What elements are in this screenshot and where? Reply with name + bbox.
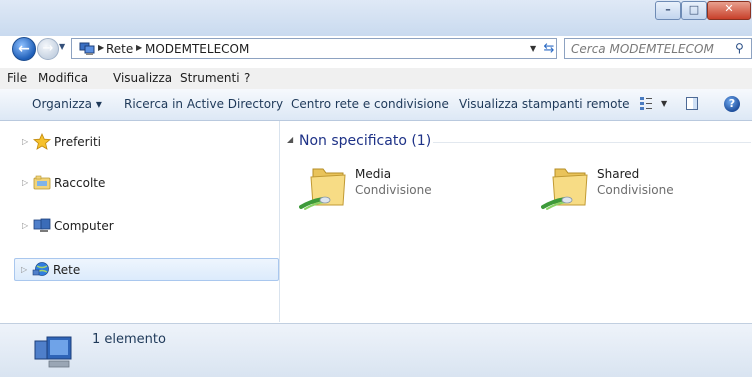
help-icon[interactable]: ?: [724, 96, 740, 112]
nav-item-label: Preferiti: [54, 135, 101, 149]
group-divider: [433, 142, 751, 143]
menu-bar: File Modifica Visualizza Strumenti ?: [0, 68, 752, 90]
nav-item-preferiti[interactable]: ▷ Preferiti: [16, 131, 278, 154]
breadcrumb-separator-icon: ▶: [98, 43, 105, 52]
expand-icon[interactable]: ▷: [21, 265, 27, 274]
share-item-media[interactable]: Media Condivisione: [299, 161, 499, 217]
preview-pane-icon[interactable]: [686, 97, 698, 110]
breadcrumb-separator-icon: ▶: [136, 43, 143, 52]
address-bar[interactable]: ▶ Rete ▶ MODEMTELECOM ▼: [71, 38, 557, 59]
remote-printers-button[interactable]: Visualizza stampanti remote: [459, 97, 630, 111]
share-name: Media: [355, 167, 392, 181]
navigation-pane: ▷ Preferiti ▷ Raccolte ▷ Computer ▷ Rete: [0, 121, 280, 322]
menu-modifica[interactable]: Modifica: [38, 71, 88, 85]
network-center-button[interactable]: Centro rete e condivisione: [291, 97, 449, 111]
share-name: Shared: [597, 167, 640, 181]
view-options-icon[interactable]: [640, 96, 652, 110]
star-icon: [33, 133, 51, 150]
nav-item-label: Rete: [53, 263, 81, 277]
expand-icon[interactable]: ▷: [22, 137, 28, 146]
search-icon[interactable]: ⚲: [735, 41, 744, 55]
nav-item-label: Computer: [54, 219, 114, 233]
group-title: Non specificato (1): [299, 133, 432, 149]
minimize-button[interactable]: –: [655, 1, 681, 20]
menu-strumenti[interactable]: Strumenti: [180, 71, 240, 85]
share-type: Condivisione: [597, 183, 674, 197]
command-bar: Organizza ▾ Ricerca in Active Directory …: [0, 89, 752, 121]
nav-item-label: Raccolte: [54, 176, 106, 190]
menu-file[interactable]: File: [7, 71, 27, 85]
history-dropdown-icon[interactable]: ▼: [59, 42, 65, 51]
minimize-icon: –: [665, 3, 671, 16]
breadcrumb-rete[interactable]: Rete: [106, 42, 133, 56]
organize-button[interactable]: Organizza ▾: [32, 97, 102, 111]
view-dropdown-icon[interactable]: ▼: [661, 99, 667, 108]
share-type: Condivisione: [355, 183, 432, 197]
share-item-shared[interactable]: Shared Condivisione: [541, 161, 741, 217]
shared-folder-icon: [541, 168, 588, 210]
close-icon: ✕: [724, 2, 734, 15]
network-icon: [32, 262, 49, 276]
nav-item-raccolte[interactable]: ▷ Raccolte: [16, 172, 278, 195]
close-button[interactable]: ✕: [707, 1, 751, 20]
maximize-icon: □: [688, 3, 700, 16]
breadcrumb-modemtelecom[interactable]: MODEMTELECOM: [145, 42, 249, 56]
menu-help[interactable]: ?: [244, 71, 250, 85]
network-computer-icon: [34, 336, 72, 368]
expand-icon[interactable]: ▷: [22, 178, 28, 187]
refresh-button[interactable]: ⇆: [538, 39, 560, 58]
menu-visualizza[interactable]: Visualizza: [113, 71, 172, 85]
forward-button[interactable]: →: [37, 38, 59, 60]
network-icon: [79, 42, 95, 55]
maximize-button[interactable]: □: [681, 1, 707, 20]
search-active-directory-button[interactable]: Ricerca in Active Directory: [124, 97, 283, 111]
libraries-icon: [33, 175, 51, 190]
computer-icon: [33, 218, 51, 232]
search-placeholder: Cerca MODEMTELECOM: [571, 42, 714, 56]
nav-item-computer[interactable]: ▷ Computer: [16, 215, 278, 238]
back-button[interactable]: ←: [12, 37, 36, 61]
collapse-group-icon[interactable]: ◢: [287, 135, 293, 144]
expand-icon[interactable]: ▷: [22, 221, 28, 230]
back-arrow-icon: ←: [18, 41, 30, 57]
address-dropdown-icon[interactable]: ▼: [530, 44, 536, 53]
nav-item-rete[interactable]: ▷ Rete: [14, 258, 279, 281]
refresh-icon: ⇆: [543, 41, 555, 56]
title-bar: – □ ✕: [0, 0, 752, 36]
forward-arrow-icon: →: [42, 41, 54, 56]
status-item-count: 1 elemento: [92, 332, 166, 347]
status-bar: 1 elemento: [0, 323, 752, 377]
search-input[interactable]: Cerca MODEMTELECOM ⚲: [564, 38, 752, 59]
shared-folder-icon: [299, 168, 346, 210]
